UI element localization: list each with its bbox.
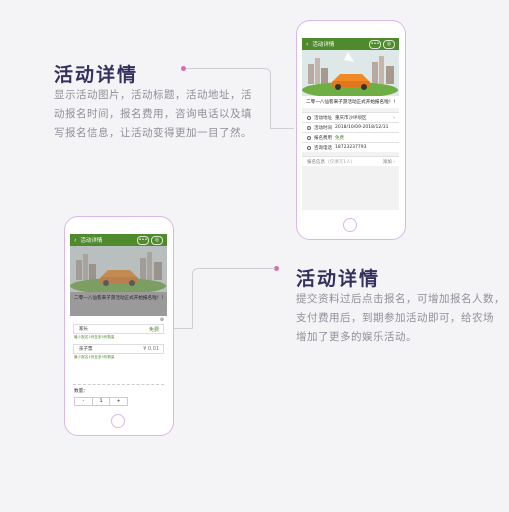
back-icon[interactable]: ‹ <box>306 41 308 48</box>
row-label: 咨询电话 <box>314 145 332 151</box>
quantity-label: 数量： <box>74 389 88 394</box>
banner-illustration <box>302 50 399 96</box>
connector-line <box>192 268 275 329</box>
home-button <box>111 414 125 428</box>
row-value: 18723237793 <box>335 145 367 150</box>
row-label: 活动地址 <box>314 115 332 121</box>
capsule-buttons: ••• ◎ <box>137 236 163 245</box>
signup-label: 报名信息 <box>307 159 325 165</box>
section2-desc-line: 支付费用后，到期参加活动即可，给农场 <box>296 312 494 324</box>
close-icon[interactable]: ◎ <box>383 40 395 49</box>
signup-hint: (仅填写1人) <box>328 159 353 165</box>
more-menu-icon[interactable]: ••• <box>137 236 149 245</box>
phone-mockup-signup: ‹ 活动详情 ••• ◎ 二零一八仙客来子游活动正式开始报名啦！！ ⊗ 家长 免… <box>64 216 174 436</box>
phone-screen: ‹ 活动详情 ••• ◎ 二零一八仙客来子游活动正式开始报名啦！！ ⊗ 家长 免… <box>70 234 167 406</box>
info-row-fee: 报名费用 免费 <box>302 132 399 142</box>
fee-icon <box>307 135 311 140</box>
chevron-right-icon: › <box>393 114 395 121</box>
signup-sheet: ⊗ 家长 免费 最少报名1份至多5份数量 孩子票 ¥ 0.01 最少报名1份至多… <box>70 316 167 406</box>
phone-icon <box>307 145 311 150</box>
event-banner-image <box>70 246 167 292</box>
ticket-row-parent[interactable]: 家长 免费 <box>73 324 164 334</box>
signup-info-row[interactable]: 报名信息 (仅填写1人) 添加 › <box>302 156 399 166</box>
section1-title: 活动详情 <box>54 64 139 86</box>
ticket-label: 孩子票 <box>79 347 93 352</box>
section2-desc-line: 增加了更多的娱乐活动。 <box>296 331 417 343</box>
nav-bar: ‹ 活动详情 ••• ◎ <box>302 38 399 50</box>
more-menu-icon[interactable]: ••• <box>369 40 381 49</box>
row-value: 重庆市沙坪坝区 <box>335 115 367 121</box>
sheet-close-icon[interactable]: ⊗ <box>70 316 167 324</box>
stepper-plus-button[interactable]: + <box>110 398 127 405</box>
info-row-time: 活动时间 2018/10/09-2018/12/31 <box>302 122 399 132</box>
home-button <box>343 218 357 232</box>
section2-description: 提交资料过后点击报名，可增加报名人数， 支付费用后，到期参加活动即可，给农场 增… <box>296 290 505 347</box>
add-signup-link[interactable]: 添加 › <box>383 159 395 165</box>
event-title: 二零一八仙客来子游活动正式开始报名啦！！ <box>302 96 399 108</box>
back-icon[interactable]: ‹ <box>74 237 76 244</box>
info-row-phone[interactable]: 咨询电话 18723237793 <box>302 142 399 152</box>
clock-icon <box>307 125 311 130</box>
event-banner-image <box>302 50 399 96</box>
section2-title: 活动详情 <box>296 268 381 290</box>
ticket-label: 家长 <box>79 327 88 332</box>
info-row-address[interactable]: 活动地址 重庆市沙坪坝区 › <box>302 112 399 122</box>
dimmed-overlay: 二零一八仙客来子游活动正式开始报名啦！！ <box>70 246 167 316</box>
row-label: 活动时间 <box>314 125 332 131</box>
banner-illustration <box>70 246 167 292</box>
ticket-row-child[interactable]: 孩子票 ¥ 0.01 <box>73 344 164 354</box>
connector-line <box>172 328 192 329</box>
ticket-price: ¥ 0.01 <box>143 346 159 352</box>
connector-line <box>186 68 271 129</box>
ticket-note: 最少报名1份至多5份数量 <box>74 335 115 339</box>
phone-screen: ‹ 活动详情 ••• ◎ 二零一八仙客来子游活动正式开始报名啦！！ 活动地址 重… <box>302 38 399 210</box>
row-label: 报名费用 <box>314 135 332 141</box>
stepper-minus-button[interactable]: - <box>75 398 93 405</box>
ticket-note: 最少报名1份至多5份数量 <box>74 355 115 359</box>
connector-line <box>270 128 294 129</box>
location-icon <box>307 115 311 120</box>
nav-title: 活动详情 <box>312 42 335 48</box>
close-icon[interactable]: ◎ <box>151 236 163 245</box>
stepper-value[interactable]: 1 <box>93 398 111 405</box>
phone-mockup-detail: ‹ 活动详情 ••• ◎ 二零一八仙客来子游活动正式开始报名啦！！ 活动地址 重… <box>296 20 406 240</box>
quantity-stepper[interactable]: - 1 + <box>74 397 128 406</box>
event-title: 二零一八仙客来子游活动正式开始报名啦！！ <box>70 292 167 304</box>
section2-desc-line: 提交资料过后点击报名，可增加报名人数， <box>296 293 505 305</box>
row-value: 2018/10/09-2018/12/31 <box>335 125 389 130</box>
capsule-buttons: ••• ◎ <box>369 40 395 49</box>
ticket-price: 免费 <box>148 326 159 333</box>
row-value: 免费 <box>335 135 344 141</box>
nav-bar: ‹ 活动详情 ••• ◎ <box>70 234 167 246</box>
nav-title: 活动详情 <box>80 238 103 244</box>
